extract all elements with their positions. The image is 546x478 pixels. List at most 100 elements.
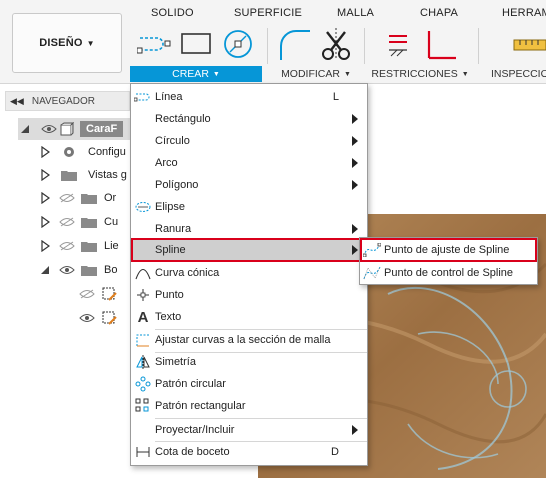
fillet-icon[interactable] — [278, 28, 312, 62]
modify-menu-label: MODIFICAR — [281, 68, 340, 80]
tab-solido[interactable]: SOLIDO — [151, 7, 194, 19]
submenu-arrow-icon — [352, 180, 358, 190]
hidden-eye-icon[interactable] — [58, 239, 76, 253]
inspect-menu-button[interactable]: INSPECCION — [488, 66, 546, 82]
sketch-icon — [100, 311, 118, 325]
expand-triangle-icon[interactable] — [38, 145, 52, 159]
submenu-item-control-point-spline[interactable]: Punto de control de Spline — [360, 262, 537, 284]
collapse-triangle-icon[interactable] — [18, 122, 32, 136]
submenu-item-label: Punto de control de Spline — [384, 267, 514, 279]
expand-triangle-icon[interactable] — [38, 191, 52, 205]
menu-item-label: Polígono — [155, 179, 199, 191]
menu-item-sketch-dimension[interactable]: Cota de boceto D — [131, 441, 367, 463]
menu-item-circle[interactable]: Círculo — [131, 130, 367, 152]
submenu-arrow-icon — [352, 425, 358, 435]
create-menu-button[interactable]: CREAR ▼ — [130, 66, 262, 82]
browser-item-cuerpos[interactable]: Cu — [38, 211, 118, 233]
submenu-arrow-icon — [352, 136, 358, 146]
circular-pattern-icon — [131, 373, 155, 395]
inspect-menu-label: INSPECCION — [491, 68, 546, 80]
hidden-eye-icon[interactable] — [78, 287, 96, 301]
create-circle-icon[interactable] — [222, 28, 254, 60]
collapse-panel-icon[interactable]: ◀◀ — [10, 96, 24, 107]
menu-item-project-include[interactable]: Proyectar/Incluir — [131, 419, 367, 441]
create-menu-label: CREAR — [172, 68, 209, 80]
gear-icon — [60, 145, 78, 159]
create-rectangle-icon[interactable] — [180, 32, 214, 56]
menu-item-label: Línea — [155, 91, 183, 103]
menu-item-slot[interactable]: Ranura — [131, 218, 367, 240]
tab-malla[interactable]: MALLA — [337, 7, 374, 19]
menu-item-label: Patrón circular — [155, 378, 226, 390]
menu-item-fit-curves[interactable]: Ajustar curvas a la sección de malla — [131, 329, 367, 351]
tab-herramientas[interactable]: HERRAM — [502, 7, 546, 19]
menu-item-arc[interactable]: Arco — [131, 152, 367, 174]
sketch-row[interactable] — [78, 307, 118, 329]
browser-item-label: Vistas g — [88, 169, 127, 181]
tab-superficie[interactable]: SUPERFICIE — [234, 7, 302, 19]
browser-item-origen[interactable]: Or — [38, 187, 116, 209]
ellipse-icon — [131, 196, 155, 218]
menu-item-label: Arco — [155, 157, 178, 169]
submenu-item-label: Punto de ajuste de Spline — [384, 244, 510, 256]
menu-item-conic-curve[interactable]: Curva cónica — [131, 262, 367, 284]
expand-triangle-icon[interactable] — [38, 215, 52, 229]
browser-title: NAVEGADOR — [31, 95, 96, 107]
menu-item-ellipse[interactable]: Elipse — [131, 196, 367, 218]
menu-item-rectangular-pattern[interactable]: Patrón rectangular — [131, 395, 367, 417]
menu-item-rectangle[interactable]: Rectángulo — [131, 108, 367, 130]
folder-icon — [80, 215, 98, 229]
menu-item-label: Punto — [155, 289, 184, 301]
menu-item-spline[interactable]: Spline — [131, 238, 367, 262]
shortcut-label: L — [332, 91, 339, 103]
tab-chapa[interactable]: CHAPA — [420, 7, 458, 19]
menu-item-polygon[interactable]: Polígono — [131, 174, 367, 196]
hidden-eye-icon[interactable] — [58, 191, 76, 205]
menu-item-label: Círculo — [155, 135, 190, 147]
modify-menu-button[interactable]: MODIFICAR ▼ — [270, 66, 362, 82]
visibility-eye-icon[interactable] — [78, 311, 96, 325]
toolbar-ribbon: DISEÑO ▼ SOLIDO SUPERFICIE MALLA CHAPA H… — [0, 0, 546, 84]
visibility-eye-icon[interactable] — [40, 122, 58, 136]
browser-item-lienzos[interactable]: Lie — [38, 235, 119, 257]
submenu-arrow-icon — [352, 158, 358, 168]
menu-item-circular-pattern[interactable]: Patrón circular — [131, 373, 367, 395]
menu-item-text[interactable]: A Texto — [131, 306, 367, 328]
line-icon — [131, 86, 155, 108]
browser-header[interactable]: ◀◀ NAVEGADOR — [5, 91, 130, 111]
menu-item-mirror[interactable]: Simetría — [131, 351, 367, 373]
sketch-dimension-icon — [131, 441, 155, 463]
menu-item-line[interactable]: Línea L — [131, 86, 367, 108]
collapse-triangle-icon[interactable] — [38, 263, 52, 277]
submenu-item-fit-point-spline[interactable]: Punto de ajuste de Spline — [360, 238, 537, 262]
trim-scissors-icon[interactable] — [318, 26, 354, 62]
perpendicular-constraint-icon[interactable] — [424, 28, 458, 62]
folder-icon — [80, 191, 98, 205]
control-point-spline-icon — [360, 266, 384, 280]
browser-item-bocetos[interactable]: Bo — [38, 259, 117, 281]
root-component-row[interactable]: CaraF — [18, 118, 130, 140]
menu-item-label: Elipse — [155, 201, 185, 213]
create-line-icon[interactable] — [137, 32, 173, 56]
browser-item-configuracion[interactable]: Configu — [38, 141, 126, 163]
fit-point-spline-icon — [360, 243, 384, 257]
constraints-menu-button[interactable]: RESTRICCIONES ▼ — [370, 66, 470, 82]
hidden-eye-icon[interactable] — [58, 215, 76, 229]
design-workspace-button[interactable]: DISEÑO ▼ — [12, 13, 122, 73]
chevron-down-icon: ▼ — [212, 70, 220, 78]
conic-curve-icon — [131, 262, 155, 284]
submenu-arrow-icon — [352, 114, 358, 124]
menu-item-point[interactable]: Punto — [131, 284, 367, 306]
expand-triangle-icon[interactable] — [38, 168, 52, 182]
create-dropdown-menu: Línea L Rectángulo Círculo Arco Polígono… — [130, 83, 368, 466]
expand-triangle-icon[interactable] — [38, 239, 52, 253]
component-icon — [58, 122, 76, 136]
visibility-eye-icon[interactable] — [58, 263, 76, 277]
toolbar-divider — [478, 28, 479, 64]
browser-item-vistas[interactable]: Vistas g — [38, 164, 127, 186]
measure-ruler-icon[interactable] — [512, 34, 546, 54]
sketch-row[interactable] — [78, 283, 118, 305]
coincident-constraint-icon[interactable] — [385, 30, 411, 60]
constraints-menu-label: RESTRICCIONES — [371, 68, 458, 80]
menu-item-label: Simetría — [155, 356, 196, 368]
